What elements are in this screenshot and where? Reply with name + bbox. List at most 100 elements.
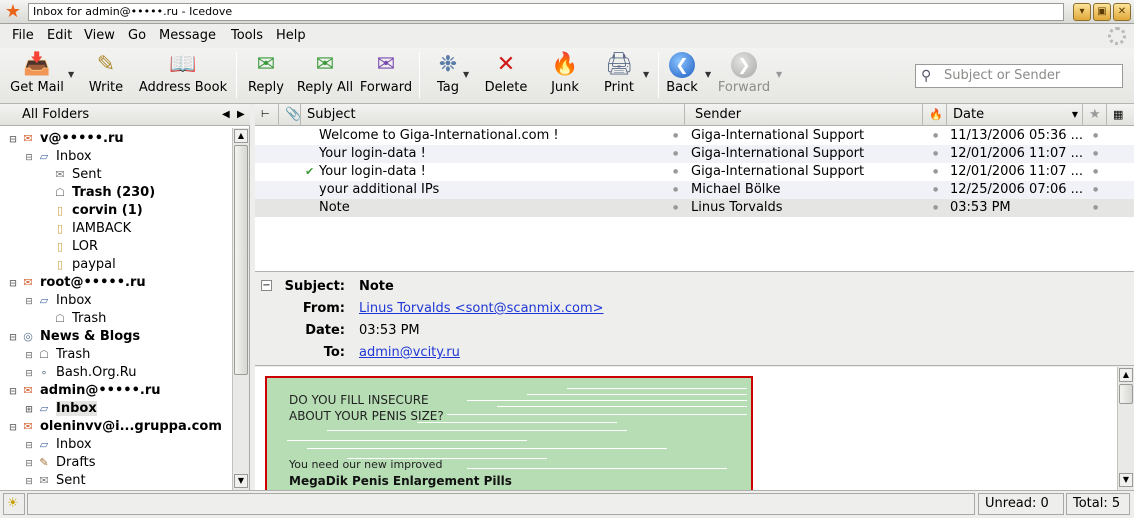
folder-item[interactable]: ⊟ ∘ Bash.Org.Ru: [0, 364, 232, 382]
to-label: To:: [323, 345, 345, 360]
folder-scrollbar[interactable]: ▲ ▼: [232, 128, 249, 490]
star-status-icon: ●: [1093, 150, 1099, 157]
column-sender[interactable]: Sender: [689, 104, 923, 126]
twisty-icon[interactable]: ⊟: [24, 455, 34, 473]
twisty-icon[interactable]: ⊟: [8, 383, 18, 401]
window-title: Inbox for admin@•••••.ru - Icedove: [28, 3, 1064, 21]
column-date[interactable]: Date ▼: [947, 104, 1083, 126]
offline-status-icon[interactable]: ☀: [3, 493, 25, 515]
twisty-icon[interactable]: ⊟: [8, 131, 18, 149]
twisty-icon[interactable]: ⊟: [24, 365, 34, 383]
twisty-icon[interactable]: ⊟: [8, 419, 18, 437]
folder-item[interactable]: ⊟ ▱ Inbox: [0, 436, 232, 454]
menu-edit[interactable]: Edit: [47, 28, 72, 43]
folder-item[interactable]: ▯ paypal: [0, 256, 232, 274]
back-arrow-icon: ❮: [662, 50, 702, 80]
folder-item[interactable]: ⊟ ✎ Drafts: [0, 454, 232, 472]
folder-pane-header[interactable]: All Folders ◀ ▶: [0, 104, 250, 126]
menu-go[interactable]: Go: [128, 28, 146, 43]
folder-item[interactable]: ✉ Sent: [0, 166, 232, 184]
thread-row[interactable]: your additional IPs ● Michael Bölke ● 12/25/…: [255, 181, 1134, 199]
twisty-icon[interactable]: ⊟: [24, 347, 34, 365]
forward-button[interactable]: ✉ Forward: [358, 50, 414, 100]
reply-button[interactable]: ✉ Reply: [244, 50, 288, 100]
folder-item[interactable]: ▯ corvin (1): [0, 202, 232, 220]
folder-view-prev-icon[interactable]: ◀: [222, 104, 230, 126]
nav-forward-button[interactable]: ❯ Forward: [716, 50, 772, 100]
message-scroll-down-icon[interactable]: ▼: [1119, 473, 1133, 487]
message-scroll-up-icon[interactable]: ▲: [1119, 368, 1133, 382]
folder-item[interactable]: ⊟ ▱ Inbox: [0, 292, 232, 310]
thread-row[interactable]: Your login-data ! ● Giga-International Sup…: [255, 145, 1134, 163]
thread-column-header: ⊢ 📎 Subject Sender 🔥 Date ▼ ★ ▦: [255, 104, 1134, 126]
column-subject[interactable]: Subject: [301, 104, 685, 126]
junk-button[interactable]: 🔥 Junk: [543, 50, 587, 100]
to-address-link[interactable]: admin@vcity.ru: [359, 345, 460, 360]
folder-item[interactable]: ☖ Trash: [0, 310, 232, 328]
folder-view-next-icon[interactable]: ▶: [237, 104, 245, 126]
folder-item[interactable]: ⊟ ▱ Inbox: [0, 148, 232, 166]
twisty-icon[interactable]: ⊟: [24, 473, 34, 490]
message-scrollbar[interactable]: ▲ ▼: [1117, 367, 1134, 490]
folder-item[interactable]: ☖ Trash (230): [0, 184, 232, 202]
folder-item[interactable]: ⊟ ✉ Sent: [0, 472, 232, 490]
message-scroll-thumb[interactable]: [1119, 384, 1133, 404]
folder-item[interactable]: ⊟ ✉ oleninvv@i...gruppa.com: [0, 418, 232, 436]
thread-column-icon[interactable]: ⊢: [255, 104, 279, 126]
twisty-icon[interactable]: ⊟: [8, 275, 18, 293]
folder-item[interactable]: ⊟ ☖ Trash: [0, 346, 232, 364]
search-input[interactable]: ⚲ Subject or Sender: [915, 64, 1123, 88]
tag-button[interactable]: ❉ Tag: [428, 50, 468, 100]
minimize-icon[interactable]: ▾: [1073, 3, 1091, 21]
folder-item[interactable]: ⊟ ✉ root@•••••.ru: [0, 274, 232, 292]
twisty-icon[interactable]: ⊞: [24, 401, 34, 419]
thread-row[interactable]: Welcome to Giga-International.com ! ● Giga…: [255, 127, 1134, 145]
reply-all-button[interactable]: ✉ Reply All: [294, 50, 356, 100]
print-button[interactable]: 🖨 Print: [598, 50, 640, 100]
junk-column-icon[interactable]: 🔥: [923, 104, 947, 126]
twisty-icon[interactable]: ⊟: [8, 329, 18, 347]
folder-item[interactable]: ⊟ ◎ News & Blogs: [0, 328, 232, 346]
folder-item[interactable]: ▯ IAMBACK: [0, 220, 232, 238]
forward-arrow-icon: ❯: [716, 50, 772, 80]
get-mail-dropdown-icon[interactable]: ▼: [68, 70, 74, 79]
menu-tools[interactable]: Tools: [231, 28, 263, 43]
back-dropdown-icon[interactable]: ▼: [705, 70, 711, 79]
from-address-link[interactable]: Linus Torvalds <sont@scanmix.com>: [359, 301, 604, 316]
attachment-column-icon[interactable]: 📎: [279, 104, 301, 126]
folder-item[interactable]: ⊞ ▱ Inbox: [0, 400, 232, 418]
print-dropdown-icon[interactable]: ▼: [643, 70, 649, 79]
scroll-down-icon[interactable]: ▼: [234, 474, 248, 488]
twisty-icon[interactable]: ⊟: [24, 437, 34, 455]
close-icon[interactable]: ✕: [1113, 3, 1131, 21]
drafts-icon: ✎: [39, 456, 49, 469]
scroll-up-icon[interactable]: ▲: [234, 129, 248, 143]
thread-row[interactable]: Note ● Linus Torvalds ● 03:53 PM ●: [255, 199, 1134, 217]
thread-row[interactable]: ✔ Your login-data ! ● Giga-International Su…: [255, 163, 1134, 181]
tag-icon: ❉: [438, 52, 458, 77]
address-book-button[interactable]: 📖 Address Book: [134, 50, 232, 100]
body-text-line-2: ABOUT YOUR PENIS SIZE?: [289, 409, 444, 423]
column-picker-icon[interactable]: ▦: [1107, 104, 1134, 126]
folder-item[interactable]: ▯ LOR: [0, 238, 232, 256]
delete-button[interactable]: ✕ Delete: [481, 50, 531, 100]
menu-message[interactable]: Message: [159, 28, 216, 43]
star-column-icon[interactable]: ★: [1083, 104, 1107, 126]
folder-item[interactable]: ⊟ ✉ admin@•••••.ru: [0, 382, 232, 400]
title-bar: ★ Inbox for admin@•••••.ru - Icedove ▾ ▣…: [0, 0, 1134, 24]
date-label: Date:: [305, 323, 345, 338]
menu-view[interactable]: View: [84, 28, 115, 43]
scroll-thumb[interactable]: [234, 145, 248, 375]
nav-forward-dropdown-icon[interactable]: ▼: [776, 70, 782, 79]
maximize-icon[interactable]: ▣: [1093, 3, 1111, 21]
twisty-icon[interactable]: ⊟: [24, 149, 34, 167]
get-mail-button[interactable]: 📥 Get Mail: [8, 50, 66, 100]
back-button[interactable]: ❮ Back: [662, 50, 702, 100]
menu-file[interactable]: File: [12, 28, 34, 43]
menu-help[interactable]: Help: [276, 28, 306, 43]
tag-dropdown-icon[interactable]: ▼: [463, 70, 469, 79]
write-button[interactable]: ✎ Write: [84, 50, 128, 100]
folder-item[interactable]: ⊟ ✉ v@•••••.ru: [0, 130, 232, 148]
twisty-icon[interactable]: ⊟: [24, 293, 34, 311]
address-book-icon: 📖: [169, 52, 197, 77]
